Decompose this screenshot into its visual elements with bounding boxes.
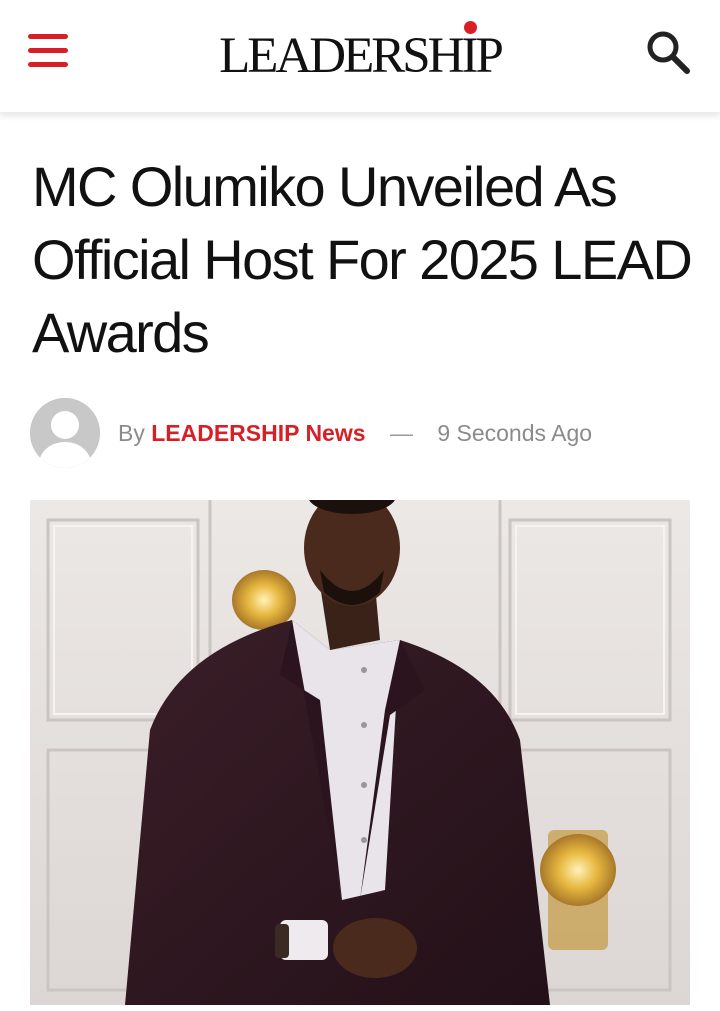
post-timestamp: 9 Seconds Ago (437, 420, 593, 446)
site-header: LEADERSHIP (0, 0, 720, 113)
featured-image (30, 500, 690, 1005)
user-avatar-icon[interactable] (30, 398, 100, 468)
article-byline: By LEADERSHIP News — 9 Seconds Ago (30, 398, 690, 468)
by-label: By (118, 420, 145, 446)
search-icon[interactable] (644, 28, 692, 76)
logo-text: LEADERSHIP (219, 28, 504, 84)
article-headline: MC Olumiko Unveiled As Official Host For… (32, 155, 693, 364)
byline-text: By LEADERSHIP News — 9 Seconds Ago (118, 418, 592, 448)
site-logo[interactable]: LEADERSHIP (0, 21, 720, 84)
author-link[interactable]: LEADERSHIP News (151, 420, 365, 446)
logo-dot (463, 21, 477, 34)
byline-separator: — (389, 420, 413, 446)
